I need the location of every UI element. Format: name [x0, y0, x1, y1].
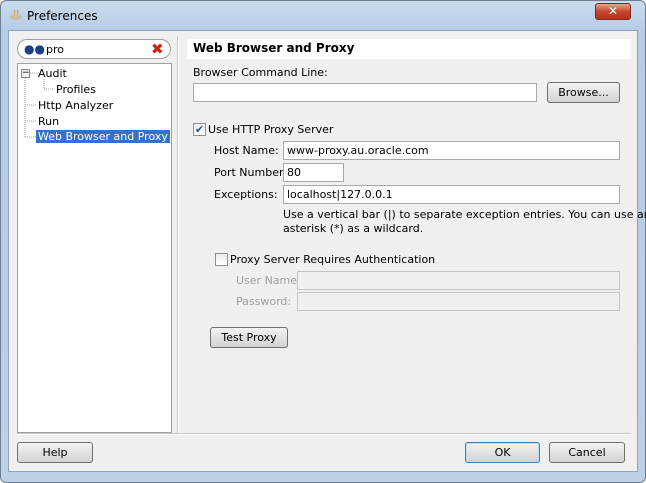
tree-item-web-browser-and-proxy[interactable]: Web Browser and Proxy [36, 130, 170, 143]
exceptions-help-line2: asterisk (*) as a wildcard. [283, 222, 424, 235]
browser-command-input[interactable] [193, 83, 537, 102]
exceptions-label: Exceptions: [214, 188, 278, 201]
tree-item-audit[interactable]: Audit [38, 67, 67, 80]
exceptions-input[interactable]: localhost|127.0.0.1 [283, 185, 620, 204]
tree-item-http-analyzer[interactable]: Http Analyzer [38, 99, 113, 112]
proxy-auth-checkbox[interactable] [215, 253, 228, 266]
proxy-auth-label: Proxy Server Requires Authentication [230, 253, 436, 266]
cancel-button[interactable]: Cancel [549, 442, 625, 463]
preferences-tree: − Audit Profiles Http Analyzer Run Web B… [17, 63, 172, 433]
collapse-icon[interactable]: − [21, 69, 30, 78]
window-title: Preferences [27, 9, 98, 23]
use-proxy-checkbox[interactable]: ✔ [193, 123, 206, 136]
password-label: Password: [236, 295, 292, 308]
clear-search-icon[interactable]: ✖ [151, 40, 164, 58]
binoculars-icon: ●● [24, 42, 45, 56]
password-input[interactable] [297, 292, 620, 311]
search-field[interactable]: ●● pro ✖ [17, 39, 171, 59]
help-button[interactable]: Help [17, 442, 93, 463]
use-proxy-label: Use HTTP Proxy Server [208, 123, 334, 136]
panel-title: Web Browser and Proxy [187, 39, 631, 59]
browser-command-label: Browser Command Line: [193, 66, 328, 79]
host-name-label: Host Name: [214, 144, 279, 157]
host-name-input[interactable]: www-proxy.au.oracle.com [283, 141, 620, 160]
close-button[interactable]: ✕ [595, 3, 631, 20]
search-input[interactable]: pro [46, 43, 64, 56]
port-number-label: Port Number: [214, 166, 288, 179]
footer-divider [17, 433, 631, 435]
user-name-label: User Name: [236, 274, 301, 287]
user-name-input[interactable] [297, 271, 620, 290]
tree-item-run[interactable]: Run [38, 115, 59, 128]
port-number-input[interactable]: 80 [283, 163, 344, 182]
exceptions-help-line1: Use a vertical bar (|) to separate excep… [283, 208, 646, 221]
splitter[interactable] [177, 36, 179, 434]
browse-button[interactable]: Browse... [547, 82, 620, 103]
test-proxy-button[interactable]: Test Proxy [210, 327, 288, 348]
tree-item-profiles[interactable]: Profiles [56, 83, 96, 96]
app-icon [10, 9, 22, 20]
ok-button[interactable]: OK [465, 442, 540, 463]
